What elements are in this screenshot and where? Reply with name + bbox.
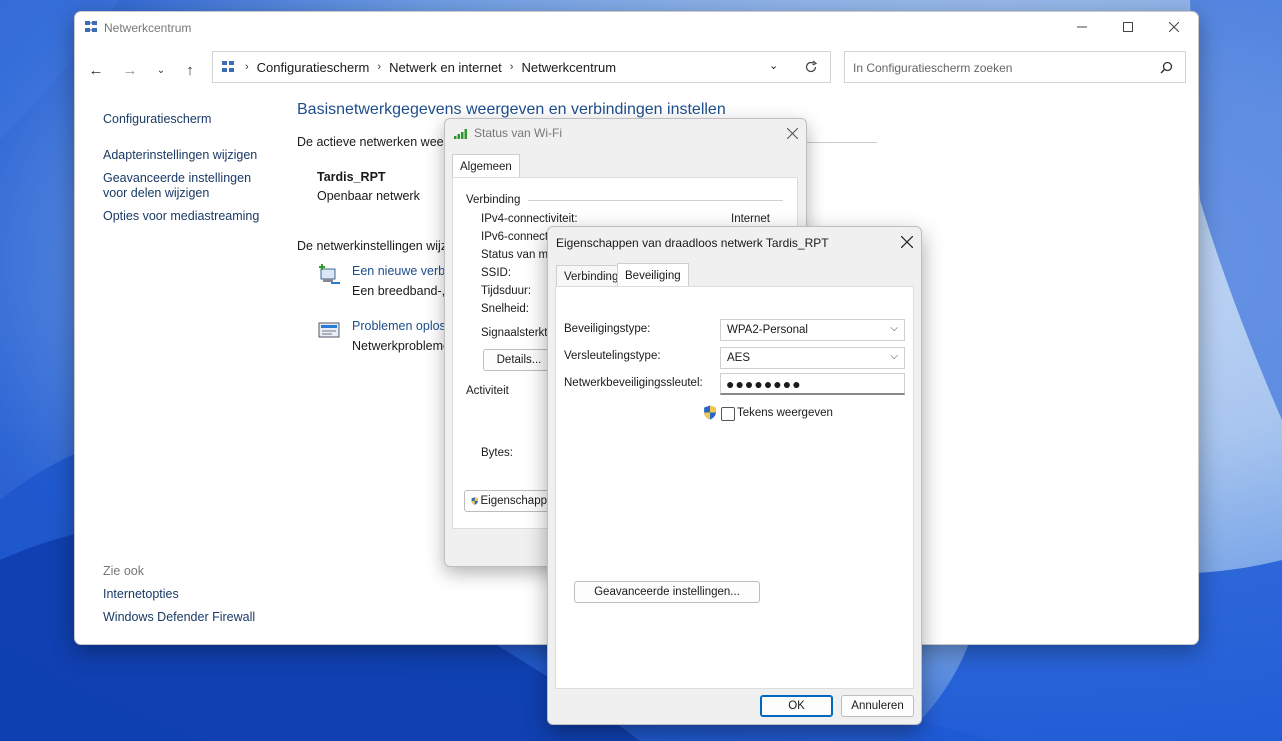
breadcrumb-control-panel[interactable]: Configuratiescherm	[257, 60, 370, 75]
tab-connection[interactable]: Verbinding	[556, 265, 627, 287]
encryption-type-label: Versleutelingstype:	[564, 350, 661, 362]
show-characters-label[interactable]: Tekens weergeven	[737, 407, 833, 419]
shield-icon	[704, 405, 716, 420]
sidebar-control-panel-home[interactable]: Configuratiescherm	[103, 112, 211, 127]
chevron-down-icon: ⌵	[890, 351, 898, 362]
search-box	[844, 51, 1186, 84]
security-panel: Beveiligingstype: WPA2-Personal ⌵ Versle…	[555, 286, 914, 689]
recent-locations-button[interactable]: ⌄	[150, 60, 172, 80]
network-type[interactable]: Openbaar netwerk	[317, 189, 420, 203]
chevron-right-icon: ›	[377, 61, 382, 73]
bytes-label: Bytes:	[481, 447, 513, 459]
control-panel-icon	[222, 61, 234, 72]
advanced-settings-button[interactable]: Geavanceerde instellingen...	[574, 581, 760, 603]
group-divider	[528, 200, 783, 201]
ipv6-label: IPv6-connecti	[481, 231, 551, 243]
tab-security[interactable]: Beveiliging	[617, 263, 689, 287]
new-connection-link[interactable]: Een nieuwe verbin	[352, 264, 455, 278]
tab-general[interactable]: Algemeen	[452, 154, 520, 178]
security-key-input[interactable]: ●●●●●●●●	[720, 373, 905, 395]
navigation-bar: ← → ⌄ ↑ › Configuratiescherm › Netwerk e…	[75, 50, 1198, 90]
arrow-up-icon: ↑	[186, 61, 194, 79]
new-connection-icon	[319, 264, 340, 284]
refresh-icon[interactable]	[804, 60, 818, 74]
show-characters-checkbox[interactable]	[721, 407, 735, 421]
arrow-left-icon: ←	[88, 61, 104, 79]
close-icon	[1169, 22, 1179, 32]
address-dropdown-icon[interactable]: ⌄	[769, 59, 778, 72]
arrow-right-icon: →	[122, 61, 138, 79]
wifi-status-title: Status van Wi-Fi	[474, 126, 563, 140]
ok-button[interactable]: OK	[760, 695, 833, 717]
page-title: Basisnetwerkgegevens weergeven en verbin…	[297, 101, 726, 118]
sidebar-adapter-settings[interactable]: Adapterinstellingen wijzigen	[103, 148, 257, 163]
search-input[interactable]	[845, 52, 1155, 84]
properties-button-label: Eigenschapp	[480, 495, 548, 507]
properties-dialog-title: Eigenschappen van draadloos netwerk Tard…	[556, 236, 829, 250]
signal-strength-label: Signaalsterkte	[481, 327, 554, 339]
forward-button[interactable]: →	[119, 60, 141, 80]
chevron-down-icon: ⌄	[156, 64, 166, 76]
title-bar[interactable]: Netwerkcentrum	[75, 12, 1198, 46]
troubleshoot-description: Netwerkproblemen	[352, 339, 457, 353]
close-button[interactable]	[1151, 12, 1197, 42]
encryption-type-select[interactable]: AES ⌵	[720, 347, 905, 369]
see-also-heading: Zie ook	[103, 564, 144, 578]
properties-close-button[interactable]	[897, 233, 917, 251]
network-name: Tardis_RPT	[317, 170, 386, 184]
minimize-button[interactable]	[1059, 12, 1105, 42]
ipv4-value: Internet	[731, 213, 770, 225]
breadcrumb-network-internet[interactable]: Netwerk en internet	[389, 60, 502, 75]
troubleshoot-link[interactable]: Problemen oploss	[352, 319, 452, 333]
breadcrumb-network-center[interactable]: Netwerkcentrum	[521, 60, 616, 75]
properties-button[interactable]: Eigenschapp	[464, 490, 554, 512]
ipv4-label: IPv4-connectiviteit:	[481, 213, 578, 225]
sidebar-advanced-sharing[interactable]: Geavanceerde instellingen voor delen wij…	[103, 171, 278, 201]
sidebar-internet-options[interactable]: Internetopties	[103, 587, 179, 602]
address-bar[interactable]: › Configuratiescherm › Netwerk en intern…	[212, 51, 831, 83]
security-type-value: WPA2-Personal	[727, 324, 808, 336]
media-status-label: Status van me	[481, 249, 555, 261]
new-connection-description: Een breedband-, i	[352, 284, 452, 298]
encryption-type-value: AES	[727, 352, 751, 364]
wifi-signal-icon	[454, 129, 467, 139]
chevron-right-icon: ›	[245, 61, 249, 73]
connection-group-label: Verbinding	[466, 194, 521, 206]
activity-group-label: Activiteit	[466, 385, 509, 397]
duration-label: Tijdsduur:	[481, 285, 532, 297]
speed-label: Snelheid:	[481, 303, 529, 315]
close-icon	[901, 236, 913, 248]
minimize-icon	[1077, 26, 1087, 28]
wifi-status-close-button[interactable]	[783, 124, 801, 142]
wireless-properties-dialog: Eigenschappen van draadloos netwerk Tard…	[547, 226, 922, 725]
chevron-right-icon: ›	[509, 61, 514, 73]
security-key-label: Netwerkbeveiligingssleutel:	[564, 377, 703, 389]
change-settings-heading: De netwerkinstellingen wijzig	[297, 239, 457, 253]
network-center-icon	[85, 21, 97, 32]
shield-icon	[471, 497, 478, 505]
active-networks-heading: De actieve netwerken weerg	[297, 135, 455, 149]
details-button[interactable]: Details...	[483, 349, 555, 371]
maximize-button[interactable]	[1105, 12, 1151, 42]
up-button[interactable]: ↑	[179, 60, 201, 80]
cancel-button[interactable]: Annuleren	[841, 695, 914, 717]
close-icon	[786, 127, 798, 139]
sidebar-defender-firewall[interactable]: Windows Defender Firewall	[103, 610, 255, 625]
ssid-label: SSID:	[481, 267, 512, 279]
chevron-down-icon: ⌵	[890, 323, 898, 334]
maximize-icon	[1123, 22, 1133, 32]
sidebar-media-streaming[interactable]: Opties voor mediastreaming	[103, 209, 259, 224]
security-type-label: Beveiligingstype:	[564, 323, 651, 335]
troubleshoot-icon	[318, 322, 340, 338]
security-type-select[interactable]: WPA2-Personal ⌵	[720, 319, 905, 341]
window-title: Netwerkcentrum	[104, 21, 192, 35]
back-button[interactable]: ←	[85, 60, 107, 80]
search-icon[interactable]	[1160, 61, 1173, 74]
